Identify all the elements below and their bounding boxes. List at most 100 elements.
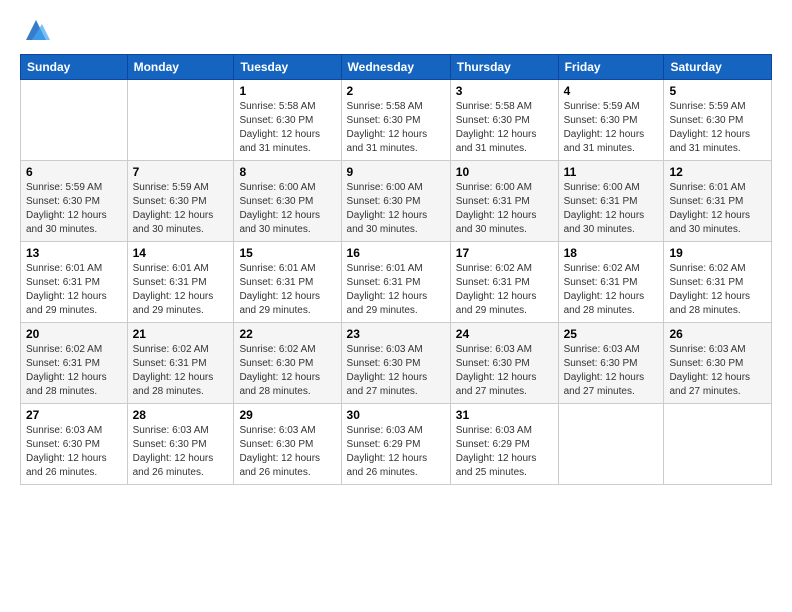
calendar-cell: 16 Sunrise: 6:01 AMSunset: 6:31 PMDayligh… bbox=[341, 242, 450, 323]
day-info: Sunrise: 6:02 AMSunset: 6:31 PMDaylight:… bbox=[133, 343, 229, 399]
calendar-week-row: 6 Sunrise: 5:59 AMSunset: 6:30 PMDaylight… bbox=[21, 161, 772, 242]
day-info: Sunrise: 5:59 AMSunset: 6:30 PMDaylight:… bbox=[26, 181, 122, 237]
weekday-header-wednesday: Wednesday bbox=[341, 55, 450, 80]
day-info: Sunrise: 6:02 AMSunset: 6:30 PMDaylight:… bbox=[239, 343, 335, 399]
calendar-header: SundayMondayTuesdayWednesdayThursdayFrid… bbox=[21, 55, 772, 80]
calendar-cell: 19 Sunrise: 6:02 AMSunset: 6:31 PMDayligh… bbox=[664, 242, 772, 323]
header bbox=[20, 16, 772, 44]
day-info: Sunrise: 5:58 AMSunset: 6:30 PMDaylight:… bbox=[239, 100, 335, 156]
day-info: Sunrise: 5:58 AMSunset: 6:30 PMDaylight:… bbox=[347, 100, 445, 156]
day-number: 1 bbox=[239, 84, 335, 98]
weekday-header-saturday: Saturday bbox=[664, 55, 772, 80]
logo bbox=[20, 16, 50, 44]
day-number: 31 bbox=[456, 408, 553, 422]
day-info: Sunrise: 5:59 AMSunset: 6:30 PMDaylight:… bbox=[669, 100, 766, 156]
day-number: 3 bbox=[456, 84, 553, 98]
day-info: Sunrise: 6:02 AMSunset: 6:31 PMDaylight:… bbox=[456, 262, 553, 318]
day-number: 6 bbox=[26, 165, 122, 179]
calendar-cell: 14 Sunrise: 6:01 AMSunset: 6:31 PMDayligh… bbox=[127, 242, 234, 323]
day-info: Sunrise: 6:00 AMSunset: 6:31 PMDaylight:… bbox=[564, 181, 659, 237]
day-info: Sunrise: 6:03 AMSunset: 6:30 PMDaylight:… bbox=[133, 424, 229, 480]
day-info: Sunrise: 6:03 AMSunset: 6:30 PMDaylight:… bbox=[456, 343, 553, 399]
day-number: 23 bbox=[347, 327, 445, 341]
weekday-header-thursday: Thursday bbox=[450, 55, 558, 80]
day-info: Sunrise: 6:03 AMSunset: 6:30 PMDaylight:… bbox=[669, 343, 766, 399]
day-number: 18 bbox=[564, 246, 659, 260]
day-info: Sunrise: 6:03 AMSunset: 6:30 PMDaylight:… bbox=[564, 343, 659, 399]
calendar-cell: 10 Sunrise: 6:00 AMSunset: 6:31 PMDayligh… bbox=[450, 161, 558, 242]
day-number: 17 bbox=[456, 246, 553, 260]
calendar-cell: 24 Sunrise: 6:03 AMSunset: 6:30 PMDayligh… bbox=[450, 323, 558, 404]
day-number: 11 bbox=[564, 165, 659, 179]
calendar-cell: 17 Sunrise: 6:02 AMSunset: 6:31 PMDayligh… bbox=[450, 242, 558, 323]
day-number: 22 bbox=[239, 327, 335, 341]
day-info: Sunrise: 6:00 AMSunset: 6:30 PMDaylight:… bbox=[347, 181, 445, 237]
calendar-cell: 22 Sunrise: 6:02 AMSunset: 6:30 PMDayligh… bbox=[234, 323, 341, 404]
day-number: 27 bbox=[26, 408, 122, 422]
weekday-row: SundayMondayTuesdayWednesdayThursdayFrid… bbox=[21, 55, 772, 80]
day-number: 9 bbox=[347, 165, 445, 179]
day-number: 29 bbox=[239, 408, 335, 422]
calendar-cell: 31 Sunrise: 6:03 AMSunset: 6:29 PMDayligh… bbox=[450, 404, 558, 485]
calendar-cell: 2 Sunrise: 5:58 AMSunset: 6:30 PMDaylight… bbox=[341, 80, 450, 161]
day-number: 21 bbox=[133, 327, 229, 341]
weekday-header-monday: Monday bbox=[127, 55, 234, 80]
day-number: 16 bbox=[347, 246, 445, 260]
calendar-week-row: 13 Sunrise: 6:01 AMSunset: 6:31 PMDayligh… bbox=[21, 242, 772, 323]
calendar-cell: 13 Sunrise: 6:01 AMSunset: 6:31 PMDayligh… bbox=[21, 242, 128, 323]
page: SundayMondayTuesdayWednesdayThursdayFrid… bbox=[0, 0, 792, 612]
calendar-cell: 18 Sunrise: 6:02 AMSunset: 6:31 PMDayligh… bbox=[558, 242, 664, 323]
calendar-cell: 4Sunrise: 5:59 AMSunset: 6:30 PMDaylight… bbox=[558, 80, 664, 161]
calendar-week-row: 20 Sunrise: 6:02 AMSunset: 6:31 PMDayligh… bbox=[21, 323, 772, 404]
day-info: Sunrise: 5:59 AMSunset: 6:30 PMDaylight:… bbox=[564, 100, 659, 156]
weekday-header-tuesday: Tuesday bbox=[234, 55, 341, 80]
logo-icon bbox=[22, 16, 50, 44]
calendar-week-row: 1 Sunrise: 5:58 AMSunset: 6:30 PMDaylight… bbox=[21, 80, 772, 161]
calendar-cell: 3Sunrise: 5:58 AMSunset: 6:30 PMDaylight… bbox=[450, 80, 558, 161]
calendar-cell: 9 Sunrise: 6:00 AMSunset: 6:30 PMDaylight… bbox=[341, 161, 450, 242]
calendar-cell: 29 Sunrise: 6:03 AMSunset: 6:30 PMDayligh… bbox=[234, 404, 341, 485]
day-info: Sunrise: 5:59 AMSunset: 6:30 PMDaylight:… bbox=[133, 181, 229, 237]
day-number: 24 bbox=[456, 327, 553, 341]
day-info: Sunrise: 6:03 AMSunset: 6:29 PMDaylight:… bbox=[456, 424, 553, 480]
calendar-cell: 20 Sunrise: 6:02 AMSunset: 6:31 PMDayligh… bbox=[21, 323, 128, 404]
day-number: 14 bbox=[133, 246, 229, 260]
calendar-cell bbox=[21, 80, 128, 161]
calendar-table: SundayMondayTuesdayWednesdayThursdayFrid… bbox=[20, 54, 772, 485]
day-number: 8 bbox=[239, 165, 335, 179]
day-info: Sunrise: 6:03 AMSunset: 6:30 PMDaylight:… bbox=[239, 424, 335, 480]
day-number: 15 bbox=[239, 246, 335, 260]
day-number: 12 bbox=[669, 165, 766, 179]
calendar-cell: 12 Sunrise: 6:01 AMSunset: 6:31 PMDayligh… bbox=[664, 161, 772, 242]
day-number: 20 bbox=[26, 327, 122, 341]
day-number: 10 bbox=[456, 165, 553, 179]
day-info: Sunrise: 6:03 AMSunset: 6:30 PMDaylight:… bbox=[26, 424, 122, 480]
calendar-cell: 26 Sunrise: 6:03 AMSunset: 6:30 PMDayligh… bbox=[664, 323, 772, 404]
day-info: Sunrise: 6:02 AMSunset: 6:31 PMDaylight:… bbox=[669, 262, 766, 318]
day-info: Sunrise: 6:03 AMSunset: 6:30 PMDaylight:… bbox=[347, 343, 445, 399]
day-info: Sunrise: 6:01 AMSunset: 6:31 PMDaylight:… bbox=[26, 262, 122, 318]
day-number: 26 bbox=[669, 327, 766, 341]
day-number: 5 bbox=[669, 84, 766, 98]
calendar-cell: 23 Sunrise: 6:03 AMSunset: 6:30 PMDayligh… bbox=[341, 323, 450, 404]
calendar-cell bbox=[558, 404, 664, 485]
day-number: 28 bbox=[133, 408, 229, 422]
calendar-cell: 25Sunrise: 6:03 AMSunset: 6:30 PMDayligh… bbox=[558, 323, 664, 404]
day-number: 13 bbox=[26, 246, 122, 260]
calendar-cell: 21 Sunrise: 6:02 AMSunset: 6:31 PMDayligh… bbox=[127, 323, 234, 404]
day-info: Sunrise: 6:01 AMSunset: 6:31 PMDaylight:… bbox=[239, 262, 335, 318]
day-number: 19 bbox=[669, 246, 766, 260]
calendar-cell: 5 Sunrise: 5:59 AMSunset: 6:30 PMDaylight… bbox=[664, 80, 772, 161]
day-info: Sunrise: 6:01 AMSunset: 6:31 PMDaylight:… bbox=[133, 262, 229, 318]
day-info: Sunrise: 6:01 AMSunset: 6:31 PMDaylight:… bbox=[669, 181, 766, 237]
calendar-cell: 15 Sunrise: 6:01 AMSunset: 6:31 PMDayligh… bbox=[234, 242, 341, 323]
weekday-header-friday: Friday bbox=[558, 55, 664, 80]
calendar-cell: 11 Sunrise: 6:00 AMSunset: 6:31 PMDayligh… bbox=[558, 161, 664, 242]
day-info: Sunrise: 6:02 AMSunset: 6:31 PMDaylight:… bbox=[26, 343, 122, 399]
day-info: Sunrise: 6:01 AMSunset: 6:31 PMDaylight:… bbox=[347, 262, 445, 318]
day-info: Sunrise: 6:02 AMSunset: 6:31 PMDaylight:… bbox=[564, 262, 659, 318]
day-info: Sunrise: 6:00 AMSunset: 6:31 PMDaylight:… bbox=[456, 181, 553, 237]
day-number: 2 bbox=[347, 84, 445, 98]
day-number: 7 bbox=[133, 165, 229, 179]
calendar-cell: 6 Sunrise: 5:59 AMSunset: 6:30 PMDaylight… bbox=[21, 161, 128, 242]
